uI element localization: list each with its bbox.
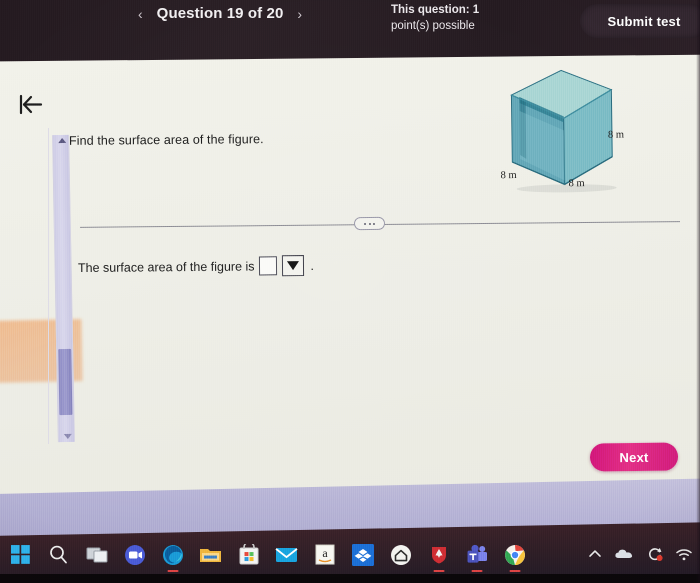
home-app-icon[interactable] — [388, 542, 413, 567]
question-prompt: Find the surface area of the figure. — [68, 132, 264, 148]
search-icon[interactable] — [46, 542, 71, 567]
previous-question-arrow[interactable]: ‹ — [138, 6, 143, 22]
file-explorer-icon[interactable] — [198, 542, 223, 567]
points-info: possible This question: 1 point(s) possi… — [391, 0, 531, 34]
shield-app-icon[interactable] — [426, 542, 451, 567]
dropbox-icon[interactable] — [350, 542, 375, 567]
cube-figure: 8 m 8 m 8 m — [489, 61, 691, 214]
triangle-down-icon[interactable] — [63, 433, 72, 440]
microsoft-store-icon[interactable] — [236, 542, 261, 567]
back-to-start-icon[interactable] — [14, 92, 46, 118]
dimension-label-right: 8 m — [607, 129, 625, 141]
microsoft-teams-icon[interactable] — [464, 542, 489, 567]
submit-test-button[interactable]: Submit test — [580, 4, 700, 38]
quiz-top-bar: ‹ Question 19 of 20 › possible This ques… — [0, 0, 700, 62]
sync-alert-icon[interactable] — [646, 546, 664, 562]
points-possible-label: point(s) possible — [391, 20, 475, 32]
start-button-icon[interactable] — [8, 542, 33, 567]
answer-prompt-label: The surface area of the figure is — [77, 258, 255, 275]
amazon-icon[interactable]: a — [312, 542, 337, 567]
answer-period: . — [310, 258, 315, 273]
mail-icon[interactable] — [274, 542, 299, 567]
system-tray — [588, 546, 692, 562]
screen-bezel-bottom — [0, 574, 700, 583]
edge-browser-icon[interactable] — [160, 542, 185, 567]
onedrive-cloud-icon[interactable] — [614, 547, 634, 561]
content-left-border — [48, 128, 49, 444]
task-view-icon[interactable] — [84, 542, 109, 567]
next-button[interactable]: Next — [589, 442, 679, 472]
dimension-label-left: 8 m — [500, 170, 517, 182]
answer-input[interactable] — [259, 256, 278, 276]
svg-text:a: a — [322, 546, 328, 560]
screen-photo: ‹ Question 19 of 20 › possible This ques… — [0, 0, 700, 583]
question-navigation: ‹ Question 19 of 20 › — [138, 5, 302, 22]
chrome-browser-icon[interactable] — [502, 542, 527, 567]
chevron-down-icon — [287, 261, 300, 271]
video-call-icon[interactable] — [122, 542, 147, 567]
screen-bezel-right — [696, 0, 700, 583]
answer-row: The surface area of the figure is . — [78, 255, 314, 278]
ellipsis-icon[interactable] — [353, 216, 386, 231]
dimension-label-front: 8 m — [568, 178, 585, 190]
taskbar-icon-group: a — [8, 542, 527, 567]
next-question-arrow[interactable]: › — [297, 6, 302, 22]
triangle-up-icon[interactable] — [58, 137, 67, 144]
wifi-icon[interactable] — [676, 548, 692, 561]
question-counter-label: Question 19 of 20 — [156, 4, 284, 22]
unit-dropdown[interactable] — [282, 255, 305, 277]
this-question-points: This question: 1 — [391, 3, 480, 16]
show-hidden-icons-chevron[interactable] — [588, 548, 602, 560]
scrollbar-thumb[interactable] — [58, 348, 73, 416]
